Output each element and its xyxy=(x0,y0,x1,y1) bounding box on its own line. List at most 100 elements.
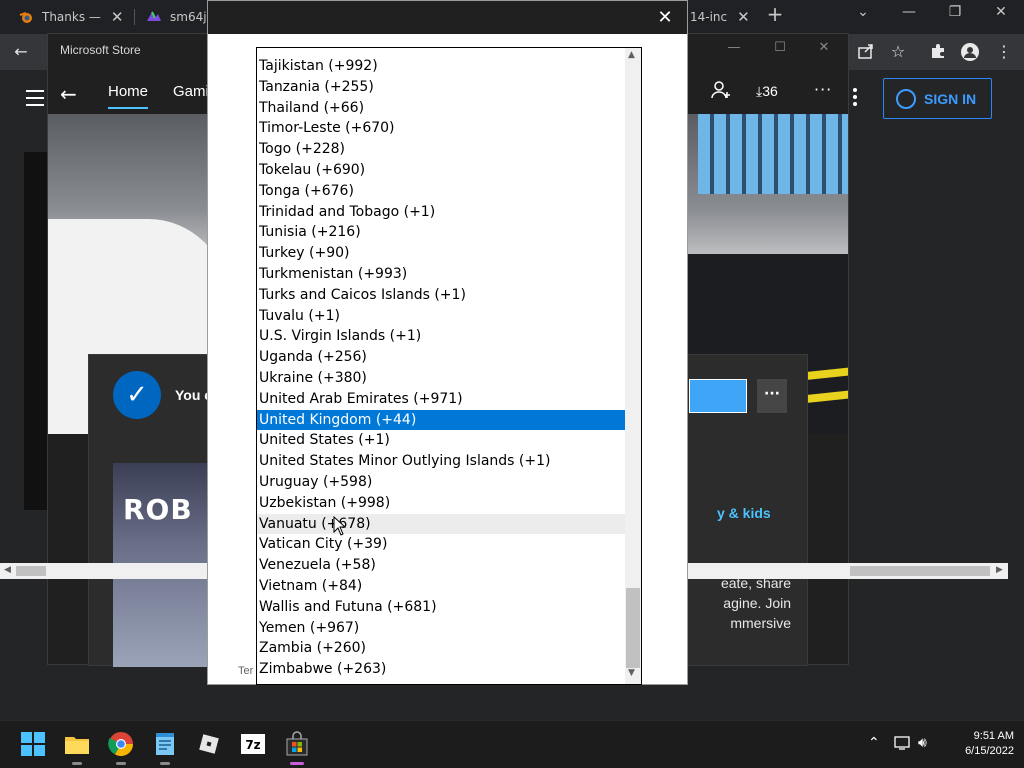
file-explorer-button[interactable] xyxy=(64,731,90,765)
country-option[interactable]: Tunisia (+216) xyxy=(257,222,625,243)
nav-gaming[interactable]: Gami xyxy=(173,83,209,100)
list-scrollbar[interactable]: ▲ ▼ xyxy=(625,48,641,684)
minimize-icon[interactable]: — xyxy=(894,4,924,20)
roblox-logo: ROB xyxy=(123,493,193,526)
open-button[interactable] xyxy=(689,379,747,413)
running-indicator xyxy=(160,762,170,765)
close-icon[interactable]: ✕ xyxy=(814,40,834,55)
extensions-icon[interactable] xyxy=(928,42,948,62)
hamburger-menu-icon[interactable] xyxy=(26,90,44,111)
country-option[interactable]: Tonga (+676) xyxy=(257,181,625,202)
restore-icon[interactable]: ❐ xyxy=(940,4,970,20)
chrome-taskbar-button[interactable] xyxy=(108,731,134,765)
clock-date: 6/15/2022 xyxy=(965,745,1014,757)
sign-in-label: SIGN IN xyxy=(924,90,977,107)
country-option[interactable]: Uzbekistan (+998) xyxy=(257,493,625,514)
tab-search-icon[interactable]: ⌄ xyxy=(848,4,878,20)
country-option[interactable]: Vanuatu (+678) xyxy=(257,513,625,535)
more-options-icon[interactable]: ··· xyxy=(814,80,832,99)
back-arrow-icon[interactable]: ← xyxy=(11,42,31,62)
country-option[interactable]: Uganda (+256) xyxy=(257,347,625,368)
country-option[interactable]: Togo (+228) xyxy=(257,139,625,160)
share-icon[interactable] xyxy=(856,42,876,62)
checkmark-icon: ✓ xyxy=(113,371,161,419)
dialog-footer-text: Ter xyxy=(238,665,254,677)
country-code-dialog: ✕ Ter Tajikistan (+992) Tanzania (+255) Th… xyxy=(207,0,688,685)
country-option[interactable]: Trinidad and Tobago (+1) xyxy=(257,202,625,223)
7zip-button[interactable]: 7z xyxy=(240,731,266,757)
country-option[interactable]: Turkey (+90) xyxy=(257,243,625,264)
microsoft-store-taskbar-button[interactable] xyxy=(284,731,310,765)
close-icon[interactable]: ✕ xyxy=(654,7,676,28)
chrome-menu-icon[interactable]: ⋮ xyxy=(994,42,1014,62)
country-option[interactable]: Venezuela (+58) xyxy=(257,555,625,576)
close-window-icon[interactable]: ✕ xyxy=(986,4,1016,20)
country-option[interactable]: Uruguay (+598) xyxy=(257,472,625,493)
volume-icon[interactable]: 🔊︎ xyxy=(918,735,927,751)
country-code-listbox[interactable]: Tajikistan (+992) Tanzania (+255) Thailand… xyxy=(256,47,642,685)
country-option[interactable]: Tajikistan (+992) xyxy=(257,56,625,77)
network-icon[interactable] xyxy=(894,735,912,755)
windows-taskbar: 7z ⌃ 🔊︎ 9:51 AM 6/15/2022 xyxy=(0,720,1024,768)
dialog-title-bar: ✕ xyxy=(208,1,687,34)
country-option[interactable]: Vietnam (+84) xyxy=(257,576,625,597)
system-clock[interactable]: 9:51 AM 6/15/2022 xyxy=(944,729,1014,759)
scroll-right-arrow-icon[interactable]: ▶ xyxy=(996,565,1003,575)
add-user-icon[interactable] xyxy=(710,79,732,106)
country-option[interactable]: Ukraine (+380) xyxy=(257,368,625,389)
downloads-button[interactable]: ⤓36 xyxy=(756,83,778,100)
country-option[interactable]: Turkmenistan (+993) xyxy=(257,264,625,285)
rating-link[interactable]: y & kids xyxy=(717,505,771,521)
user-circle-icon xyxy=(896,88,916,109)
country-option[interactable]: Zambia (+260) xyxy=(257,638,625,659)
minimize-icon[interactable]: — xyxy=(724,40,744,55)
star-icon[interactable]: ☆ xyxy=(888,42,908,62)
browser-tab[interactable]: Thanks — ✕ xyxy=(0,4,130,30)
page-menu-icon[interactable] xyxy=(852,88,858,108)
country-option[interactable]: U.S. Virgin Islands (+1) xyxy=(257,326,625,347)
country-option[interactable]: United Kingdom (+44) xyxy=(257,409,625,431)
more-options-button[interactable]: ··· xyxy=(757,379,787,413)
roblox-taskbar-button[interactable] xyxy=(196,731,222,757)
scrollbar-thumb[interactable] xyxy=(16,566,46,576)
notepad-button[interactable] xyxy=(152,731,178,765)
country-option[interactable]: Vatican City (+39) xyxy=(257,534,625,555)
close-icon[interactable]: ✕ xyxy=(737,8,750,26)
country-option[interactable]: United Arab Emirates (+971) xyxy=(257,389,625,410)
country-option[interactable]: Zimbabwe (+263) xyxy=(257,659,625,680)
tab-title: Thanks — xyxy=(42,10,101,24)
start-button[interactable] xyxy=(20,731,46,757)
description-line: mmersive xyxy=(730,615,791,631)
list-scrollbar-thumb[interactable] xyxy=(626,588,640,668)
country-option[interactable]: Thailand (+66) xyxy=(257,98,625,119)
country-option[interactable]: Tuvalu (+1) xyxy=(257,306,625,327)
scroll-up-arrow-icon[interactable]: ▲ xyxy=(628,50,635,60)
svg-text:7z: 7z xyxy=(245,738,260,752)
notepad-icon xyxy=(156,733,174,755)
chrome-icon xyxy=(108,732,133,757)
back-arrow-icon[interactable]: ← xyxy=(60,82,77,106)
folder-icon xyxy=(65,737,89,754)
sm64-icon xyxy=(146,9,162,25)
scroll-down-arrow-icon[interactable]: ▼ xyxy=(628,668,635,678)
browser-tab[interactable]: sm64js xyxy=(128,4,208,30)
country-option[interactable]: United States (+1) xyxy=(257,430,625,451)
profile-icon[interactable] xyxy=(960,42,980,62)
new-tab-button[interactable]: + xyxy=(760,2,790,26)
close-icon[interactable]: ✕ xyxy=(111,8,124,26)
country-option[interactable]: Tanzania (+255) xyxy=(257,77,625,98)
country-option[interactable]: Tokelau (+690) xyxy=(257,160,625,181)
nav-home[interactable]: Home xyxy=(108,83,148,100)
running-indicator xyxy=(116,762,126,765)
maximize-icon[interactable]: ☐ xyxy=(770,40,790,55)
country-option[interactable]: Turks and Caicos Islands (+1) xyxy=(257,285,625,306)
game-description: eate, share agine. Join mmersive xyxy=(689,573,809,633)
sign-in-button[interactable]: SIGN IN xyxy=(883,78,992,119)
country-option[interactable]: Timor-Leste (+670) xyxy=(257,118,625,139)
tab-title: 14-inc xyxy=(690,10,728,24)
country-option[interactable]: Yemen (+967) xyxy=(257,618,625,639)
chevron-up-icon[interactable]: ⌃ xyxy=(868,735,880,751)
country-option[interactable]: United States Minor Outlying Islands (+1… xyxy=(257,451,625,472)
country-option[interactable]: Wallis and Futuna (+681) xyxy=(257,597,625,618)
scroll-left-arrow-icon[interactable]: ◀ xyxy=(4,565,11,575)
